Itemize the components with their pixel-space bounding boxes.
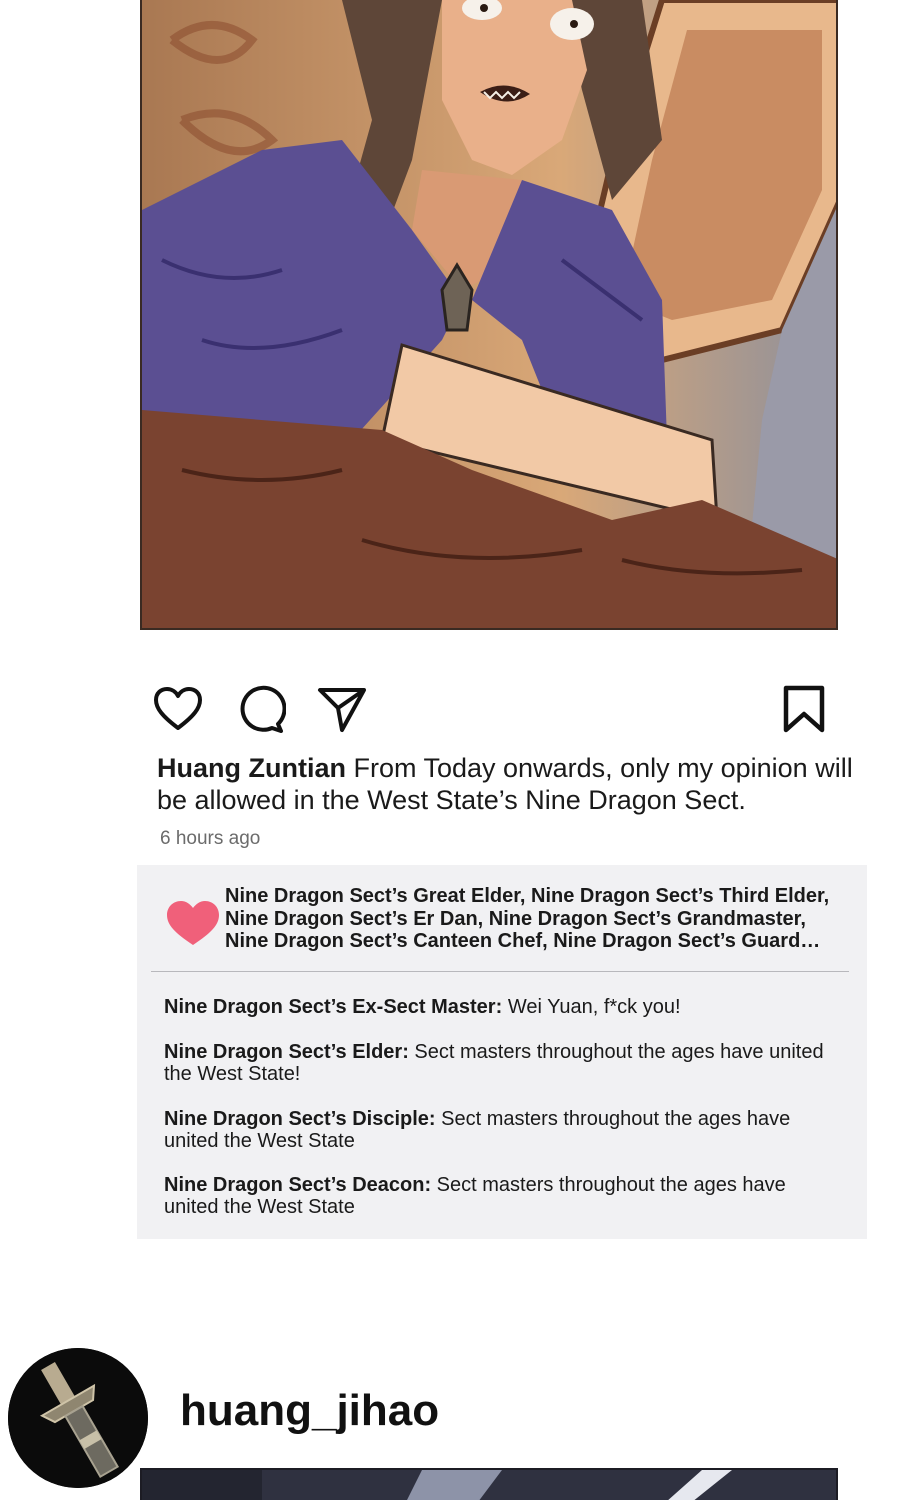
- comment: Nine Dragon Sect’s Elder: Sect masters t…: [164, 1041, 844, 1085]
- filled-heart-icon: [167, 901, 219, 945]
- liked-by-row[interactable]: Nine Dragon Sect’s Great Elder, Nine Dra…: [137, 865, 867, 971]
- liked-by-line: Nine Dragon Sect’s Canteen Chef, Nine Dr…: [225, 930, 821, 952]
- next-post-illustration: [142, 1470, 836, 1500]
- comment-author[interactable]: Nine Dragon Sect’s Elder:: [164, 1041, 409, 1063]
- profile-username[interactable]: huang_jihao: [180, 1386, 439, 1436]
- comment: Nine Dragon Sect’s Disciple: Sect master…: [164, 1108, 844, 1152]
- comment-text: Wei Yuan, f*ck you!: [502, 996, 681, 1018]
- comment: Nine Dragon Sect’s Deacon: Sect masters …: [164, 1174, 844, 1218]
- liked-by-line: Nine Dragon Sect’s Er Dan, Nine Dragon S…: [225, 907, 806, 930]
- liked-by-line: Nine Dragon Sect’s Great Elder, Nine Dra…: [225, 885, 830, 907]
- divider: [151, 971, 849, 972]
- post-image[interactable]: [140, 0, 838, 630]
- comment: Nine Dragon Sect’s Ex-Sect Master: Wei Y…: [164, 996, 844, 1018]
- bookmark-icon[interactable]: [778, 684, 830, 736]
- share-icon[interactable]: [316, 684, 368, 736]
- post-timestamp: 6 hours ago: [160, 828, 261, 849]
- post-action-bar: [152, 684, 832, 734]
- heart-icon[interactable]: [152, 684, 204, 736]
- sword-avatar-icon: [8, 1348, 148, 1488]
- caption-username[interactable]: Huang Zuntian: [157, 753, 346, 783]
- comment-author[interactable]: Nine Dragon Sect’s Ex-Sect Master:: [164, 996, 502, 1018]
- liked-by-text: Nine Dragon Sect’s Great Elder, Nine Dra…: [225, 885, 865, 953]
- next-post-image[interactable]: [140, 1468, 838, 1500]
- comment-icon[interactable]: [234, 684, 287, 736]
- post-illustration: [142, 0, 836, 628]
- post-caption: Huang Zuntian From Today onwards, only m…: [157, 752, 877, 816]
- comment-author[interactable]: Nine Dragon Sect’s Deacon:: [164, 1174, 431, 1196]
- avatar[interactable]: [8, 1348, 148, 1488]
- comment-author[interactable]: Nine Dragon Sect’s Disciple:: [164, 1108, 436, 1130]
- comments-panel: Nine Dragon Sect’s Great Elder, Nine Dra…: [137, 865, 867, 1239]
